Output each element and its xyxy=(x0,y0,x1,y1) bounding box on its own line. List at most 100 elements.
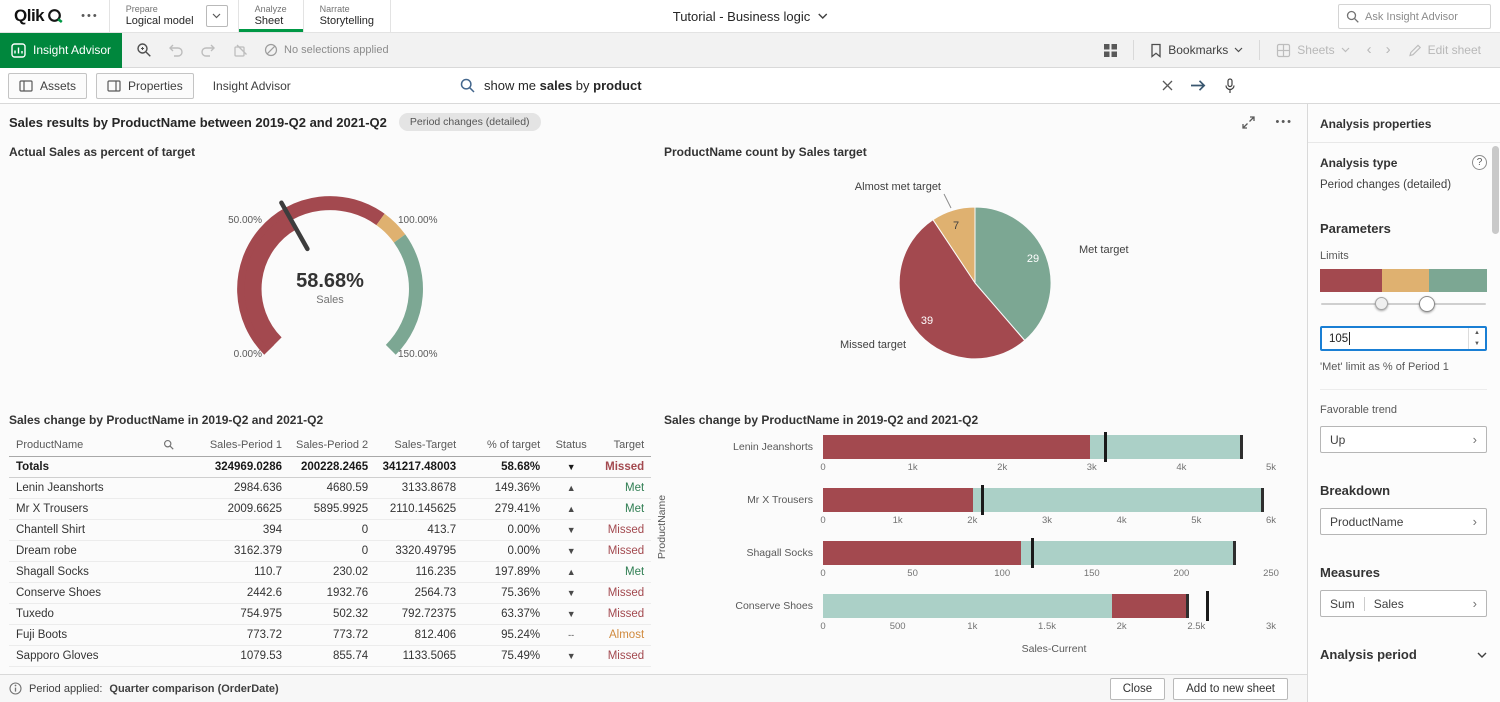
table-row[interactable]: Fuji Boots773.72773.72812.40695.24%--Alm… xyxy=(9,624,651,645)
analysis-type-badge[interactable]: Period changes (detailed) xyxy=(399,113,541,131)
next-sheet-button[interactable]: › xyxy=(1380,45,1397,55)
slider-handle-upper[interactable] xyxy=(1419,296,1435,312)
measure-field: Sales xyxy=(1374,597,1404,611)
slider-track[interactable] xyxy=(1321,303,1486,305)
period-applied-value: Quarter comparison (OrderDate) xyxy=(109,683,278,695)
clear-selections-icon xyxy=(233,43,248,58)
insight-advisor-query-bar: Assets Properties Insight Advisor show m… xyxy=(0,68,1500,104)
breakdown-select[interactable]: ProductName › xyxy=(1320,508,1487,535)
analysis-properties-panel: Analysis properties Analysis type ? Peri… xyxy=(1307,104,1500,702)
table-row[interactable]: Chantell Shirt3940413.70.00%▼Missed xyxy=(9,519,651,540)
column-header[interactable]: ProductName xyxy=(9,434,181,456)
svg-text:100.00%: 100.00% xyxy=(398,215,438,226)
assets-button[interactable]: Assets xyxy=(8,73,87,99)
info-icon[interactable] xyxy=(9,682,22,695)
submit-query-button[interactable] xyxy=(1190,79,1207,92)
data-table[interactable]: ProductNameSales-Period 1Sales-Period 2S… xyxy=(9,434,651,667)
bar-segment[interactable] xyxy=(823,488,973,512)
table-totals-row[interactable]: Totals324969.0286200228.2465341217.48003… xyxy=(9,456,651,477)
column-header[interactable]: Sales-Period 1 xyxy=(181,434,289,456)
nav-analyze[interactable]: Analyze Sheet xyxy=(239,0,303,32)
slider-handle-lower[interactable] xyxy=(1375,297,1388,310)
limits-slider[interactable] xyxy=(1320,295,1487,312)
bar-endcap xyxy=(1261,488,1264,512)
clear-selections-button[interactable] xyxy=(225,35,255,65)
pencil-icon xyxy=(1408,43,1422,57)
table-row[interactable]: Sapporo Gloves1079.53855.741133.506575.4… xyxy=(9,645,651,666)
pie-chart[interactable]: ProductName count by Sales target 72939A… xyxy=(655,133,1307,401)
step-back-button[interactable] xyxy=(161,35,191,65)
step-forward-button[interactable] xyxy=(193,35,223,65)
ask-insight-advisor-search[interactable] xyxy=(1338,4,1491,29)
table-row[interactable]: Lenin Jeanshorts2984.6364680.593133.8678… xyxy=(9,477,651,498)
add-to-new-sheet-button[interactable]: Add to new sheet xyxy=(1173,678,1288,700)
nav-item-label: Logical model xyxy=(126,15,194,28)
bar-plot[interactable]: 05001k1.5k2k2.5k3k xyxy=(823,594,1293,634)
more-options-button[interactable]: ••• xyxy=(1275,116,1293,128)
bar-row-label: Lenin Jeanshorts xyxy=(675,435,823,475)
column-header[interactable]: Sales-Target xyxy=(375,434,463,456)
ask-insight-advisor-input[interactable] xyxy=(1365,11,1475,23)
sales-table[interactable]: Sales change by ProductName in 2019-Q2 a… xyxy=(0,401,655,674)
breakdown-heading: Breakdown xyxy=(1320,483,1487,498)
clear-query-button[interactable] xyxy=(1162,80,1173,91)
analysis-period-heading[interactable]: Analysis period xyxy=(1320,647,1487,662)
help-icon[interactable]: ? xyxy=(1472,155,1487,170)
column-header[interactable]: Target xyxy=(595,434,651,456)
bar-segment[interactable] xyxy=(1090,435,1242,459)
query-input[interactable]: show me sales by product xyxy=(460,68,1240,104)
stepper-down-button[interactable]: ▼ xyxy=(1469,339,1485,350)
close-button[interactable]: Close xyxy=(1110,678,1165,700)
edit-sheet-label: Edit sheet xyxy=(1428,43,1481,57)
bar-segment[interactable] xyxy=(823,594,1112,618)
more-menu-button[interactable]: ••• xyxy=(71,0,109,32)
panel-scrollbar[interactable] xyxy=(1492,146,1499,234)
gauge-chart[interactable]: Actual Sales as percent of target 50.00%… xyxy=(0,133,655,401)
bar-plot[interactable]: 01k2k3k4k5k6k xyxy=(823,488,1293,528)
nav-item-label: Storytelling xyxy=(320,15,374,28)
voice-query-button[interactable] xyxy=(1224,78,1236,94)
table-row[interactable]: Conserve Shoes2442.61932.762564.7375.36%… xyxy=(9,582,651,603)
column-header[interactable]: Status xyxy=(547,434,595,456)
divider xyxy=(1259,40,1260,60)
column-header[interactable]: % of target xyxy=(463,434,547,456)
table-row[interactable]: Dream robe3162.37903320.497950.00%▼Misse… xyxy=(9,540,651,561)
bar-segment[interactable] xyxy=(1112,594,1188,618)
prev-sheet-button[interactable]: ‹ xyxy=(1361,45,1378,55)
bar-segment[interactable] xyxy=(973,488,1263,512)
bar-segment[interactable] xyxy=(1021,541,1235,565)
svg-text:Met target: Met target xyxy=(1079,244,1129,256)
bar-segment[interactable] xyxy=(823,435,1090,459)
edit-sheet-button[interactable]: Edit sheet xyxy=(1399,35,1490,65)
app-title-selector[interactable]: Tutorial - Business logic xyxy=(673,0,828,32)
measures-select[interactable]: Sum Sales › xyxy=(1320,590,1487,617)
favorable-trend-select[interactable]: Up › xyxy=(1320,426,1487,453)
app-overview-button[interactable] xyxy=(1095,35,1125,65)
bar-chart[interactable]: Sales change by ProductName in 2019-Q2 a… xyxy=(655,401,1307,674)
column-header[interactable]: Sales-Period 2 xyxy=(289,434,375,456)
table-row[interactable]: Mr X Trousers2009.66255895.99252110.1456… xyxy=(9,498,651,519)
nav-prepare[interactable]: Prepare Logical model xyxy=(110,0,210,32)
bar-plot[interactable]: 050100150200250 xyxy=(823,541,1293,581)
bar-plot[interactable]: 01k2k3k4k5k xyxy=(823,435,1293,475)
expand-button[interactable] xyxy=(1242,116,1255,129)
favorable-trend-value: Up xyxy=(1330,433,1345,447)
sheets-button[interactable]: Sheets xyxy=(1267,35,1358,65)
properties-button[interactable]: Properties xyxy=(96,73,194,99)
bookmarks-button[interactable]: Bookmarks xyxy=(1141,35,1252,65)
table-row[interactable]: Tuxedo754.975502.32792.7237563.37%▼Misse… xyxy=(9,603,651,624)
favorable-trend-label: Favorable trend xyxy=(1320,404,1487,416)
nav-section-label: Analyze xyxy=(255,4,287,15)
bookmark-icon xyxy=(1150,43,1162,58)
bar-segment[interactable] xyxy=(823,541,1021,565)
insight-advisor-button[interactable]: Insight Advisor xyxy=(0,33,122,68)
nav-narrate[interactable]: Narrate Storytelling xyxy=(304,0,390,32)
qlik-logo[interactable]: Qlik xyxy=(0,0,71,32)
insight-search-button[interactable] xyxy=(129,35,159,65)
nav-item-label: Sheet xyxy=(255,15,287,28)
met-limit-input[interactable]: 105 ▲▼ xyxy=(1320,326,1487,351)
table-row[interactable]: Shagall Socks110.7230.02116.235197.89%▲M… xyxy=(9,561,651,582)
divider xyxy=(1320,389,1487,390)
svg-text:Missed target: Missed target xyxy=(840,339,906,351)
stepper-up-button[interactable]: ▲ xyxy=(1469,328,1485,339)
